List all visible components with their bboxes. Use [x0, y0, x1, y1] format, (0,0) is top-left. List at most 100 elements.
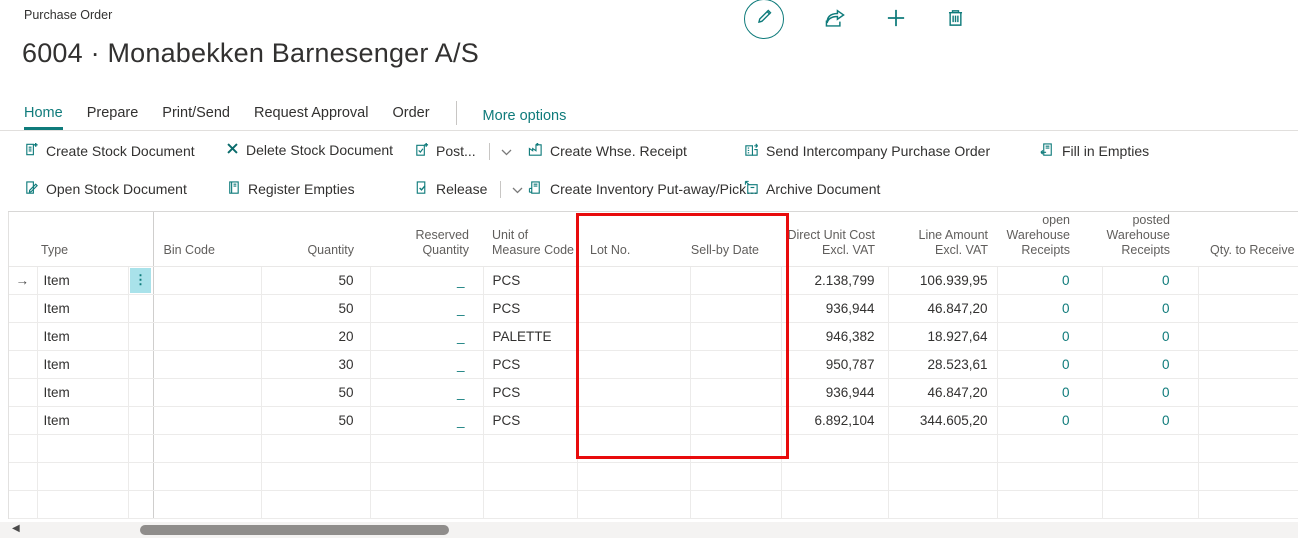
cell-lot-no[interactable] [577, 350, 690, 378]
cell-type[interactable]: Item [37, 266, 128, 294]
cell-sell-by-date[interactable] [690, 266, 781, 294]
cell-qty-to-receive[interactable] [1198, 378, 1298, 406]
cell-quantity[interactable]: 50 [261, 294, 370, 322]
chevron-down-icon[interactable] [501, 143, 512, 159]
cell-unit-of-measure[interactable]: PCS [483, 294, 577, 322]
tab-request-approval[interactable]: Request Approval [254, 97, 368, 130]
cell-unit-of-measure[interactable]: PALETTE [483, 322, 577, 350]
cell-sell-by-date[interactable] [690, 350, 781, 378]
cell-direct-unit-cost[interactable]: 6.892,104 [781, 406, 888, 434]
cell-unit-of-measure[interactable]: PCS [483, 350, 577, 378]
row-menu-cell[interactable] [128, 322, 153, 350]
cell-quantity[interactable]: 50 [261, 406, 370, 434]
cell-posted-whse-receipts[interactable]: 0 [1102, 350, 1198, 378]
post-button[interactable]: Post... [414, 142, 512, 160]
open-stock-document-button[interactable]: Open Stock Document [24, 180, 187, 198]
cell-bin-code[interactable] [153, 322, 261, 350]
create-whse-receipt-button[interactable]: Create Whse. Receipt [528, 142, 687, 160]
cell-open-whse-receipts[interactable]: 0 [997, 294, 1102, 322]
cell-posted-whse-receipts[interactable]: 0 [1102, 294, 1198, 322]
scrollbar-thumb[interactable] [140, 525, 449, 535]
cell-posted-whse-receipts[interactable]: 0 [1102, 322, 1198, 350]
cell-unit-of-measure[interactable]: PCS [483, 406, 577, 434]
cell-direct-unit-cost[interactable]: 936,944 [781, 294, 888, 322]
cell-type[interactable]: Item [37, 294, 128, 322]
cell-lot-no[interactable] [577, 378, 690, 406]
row-menu-cell[interactable] [128, 406, 153, 434]
cell-open-whse-receipts[interactable]: 0 [997, 266, 1102, 294]
cell-sell-by-date[interactable] [690, 378, 781, 406]
cell-unit-of-measure[interactable]: PCS [483, 266, 577, 294]
column-header-unit-of-measure[interactable]: Unit of Measure Code [483, 212, 577, 266]
cell-line-amount[interactable]: 46.847,20 [888, 378, 997, 406]
cell-bin-code[interactable] [153, 350, 261, 378]
column-header-sell-by-date[interactable]: Sell-by Date [690, 212, 781, 266]
fill-in-empties-button[interactable]: Fill in Empties [1040, 142, 1149, 160]
release-button[interactable]: Release [414, 180, 523, 198]
cell-bin-code[interactable] [153, 406, 261, 434]
column-header-lot-no[interactable]: Lot No. [577, 212, 690, 266]
cell-bin-code[interactable] [153, 266, 261, 294]
cell-open-whse-receipts[interactable]: 0 [997, 350, 1102, 378]
row-menu-cell[interactable] [128, 378, 153, 406]
tab-order[interactable]: Order [392, 97, 429, 130]
cell-qty-to-receive[interactable] [1198, 322, 1298, 350]
cell-type[interactable]: Item [37, 350, 128, 378]
create-stock-document-button[interactable]: Create Stock Document [24, 142, 195, 160]
delete-stock-document-button[interactable]: Delete Stock Document [226, 142, 393, 158]
cell-type[interactable]: Item [37, 322, 128, 350]
column-header-qty-to-receive[interactable]: Qty. to Receive [1198, 212, 1298, 266]
cell-bin-code[interactable] [153, 378, 261, 406]
column-header-type[interactable]: Type [37, 212, 128, 266]
cell-line-amount[interactable]: 18.927,64 [888, 322, 997, 350]
cell-sell-by-date[interactable] [690, 294, 781, 322]
cell-sell-by-date[interactable] [690, 322, 781, 350]
scroll-left-arrow-icon[interactable]: ◀ [12, 523, 20, 534]
more-options-button[interactable]: More options [483, 100, 567, 126]
cell-quantity[interactable]: 50 [261, 378, 370, 406]
delete-button[interactable] [946, 8, 965, 33]
row-menu-cell[interactable] [128, 350, 153, 378]
cell-quantity[interactable]: 50 [261, 266, 370, 294]
tab-print-send[interactable]: Print/Send [162, 97, 230, 130]
cell-lot-no[interactable] [577, 266, 690, 294]
row-menu-cell[interactable]: ⋮ [128, 266, 153, 294]
cell-reserved-quantity[interactable]: _ [370, 350, 483, 378]
tab-prepare[interactable]: Prepare [87, 97, 139, 130]
cell-reserved-quantity[interactable]: _ [370, 378, 483, 406]
row-ellipsis-icon[interactable]: ⋮ [130, 268, 151, 293]
cell-qty-to-receive[interactable] [1198, 266, 1298, 294]
cell-type[interactable]: Item [37, 378, 128, 406]
cell-reserved-quantity[interactable]: _ [370, 406, 483, 434]
cell-open-whse-receipts[interactable]: 0 [997, 322, 1102, 350]
cell-quantity[interactable]: 20 [261, 322, 370, 350]
cell-qty-to-receive[interactable] [1198, 294, 1298, 322]
create-inventory-putaway-pick-button[interactable]: Create Inventory Put-away/Pick... [528, 180, 758, 198]
cell-line-amount[interactable]: 344.605,20 [888, 406, 997, 434]
share-button[interactable] [824, 8, 846, 33]
cell-reserved-quantity[interactable]: _ [370, 294, 483, 322]
cell-direct-unit-cost[interactable]: 936,944 [781, 378, 888, 406]
cell-reserved-quantity[interactable]: _ [370, 266, 483, 294]
send-intercompany-purchase-order-button[interactable]: Send Intercompany Purchase Order [744, 142, 990, 160]
new-button[interactable] [886, 8, 906, 33]
cell-type[interactable]: Item [37, 406, 128, 434]
cell-open-whse-receipts[interactable]: 0 [997, 406, 1102, 434]
cell-unit-of-measure[interactable]: PCS [483, 378, 577, 406]
chevron-down-icon[interactable] [512, 181, 523, 197]
edit-button[interactable] [744, 0, 784, 39]
cell-line-amount[interactable]: 46.847,20 [888, 294, 997, 322]
cell-qty-to-receive[interactable] [1198, 406, 1298, 434]
cell-line-amount[interactable]: 106.939,95 [888, 266, 997, 294]
column-header-direct-unit-cost[interactable]: Direct Unit Cost Excl. VAT [781, 212, 888, 266]
column-header-line-amount[interactable]: Line Amount Excl. VAT [888, 212, 997, 266]
register-empties-button[interactable]: Register Empties [226, 180, 355, 198]
column-header-open-whse-receipts[interactable]: open Warehouse Receipts [997, 212, 1102, 266]
cell-reserved-quantity[interactable]: _ [370, 322, 483, 350]
cell-line-amount[interactable]: 28.523,61 [888, 350, 997, 378]
cell-open-whse-receipts[interactable]: 0 [997, 378, 1102, 406]
cell-lot-no[interactable] [577, 322, 690, 350]
cell-lot-no[interactable] [577, 294, 690, 322]
cell-posted-whse-receipts[interactable]: 0 [1102, 378, 1198, 406]
archive-document-button[interactable]: Archive Document [744, 180, 880, 198]
